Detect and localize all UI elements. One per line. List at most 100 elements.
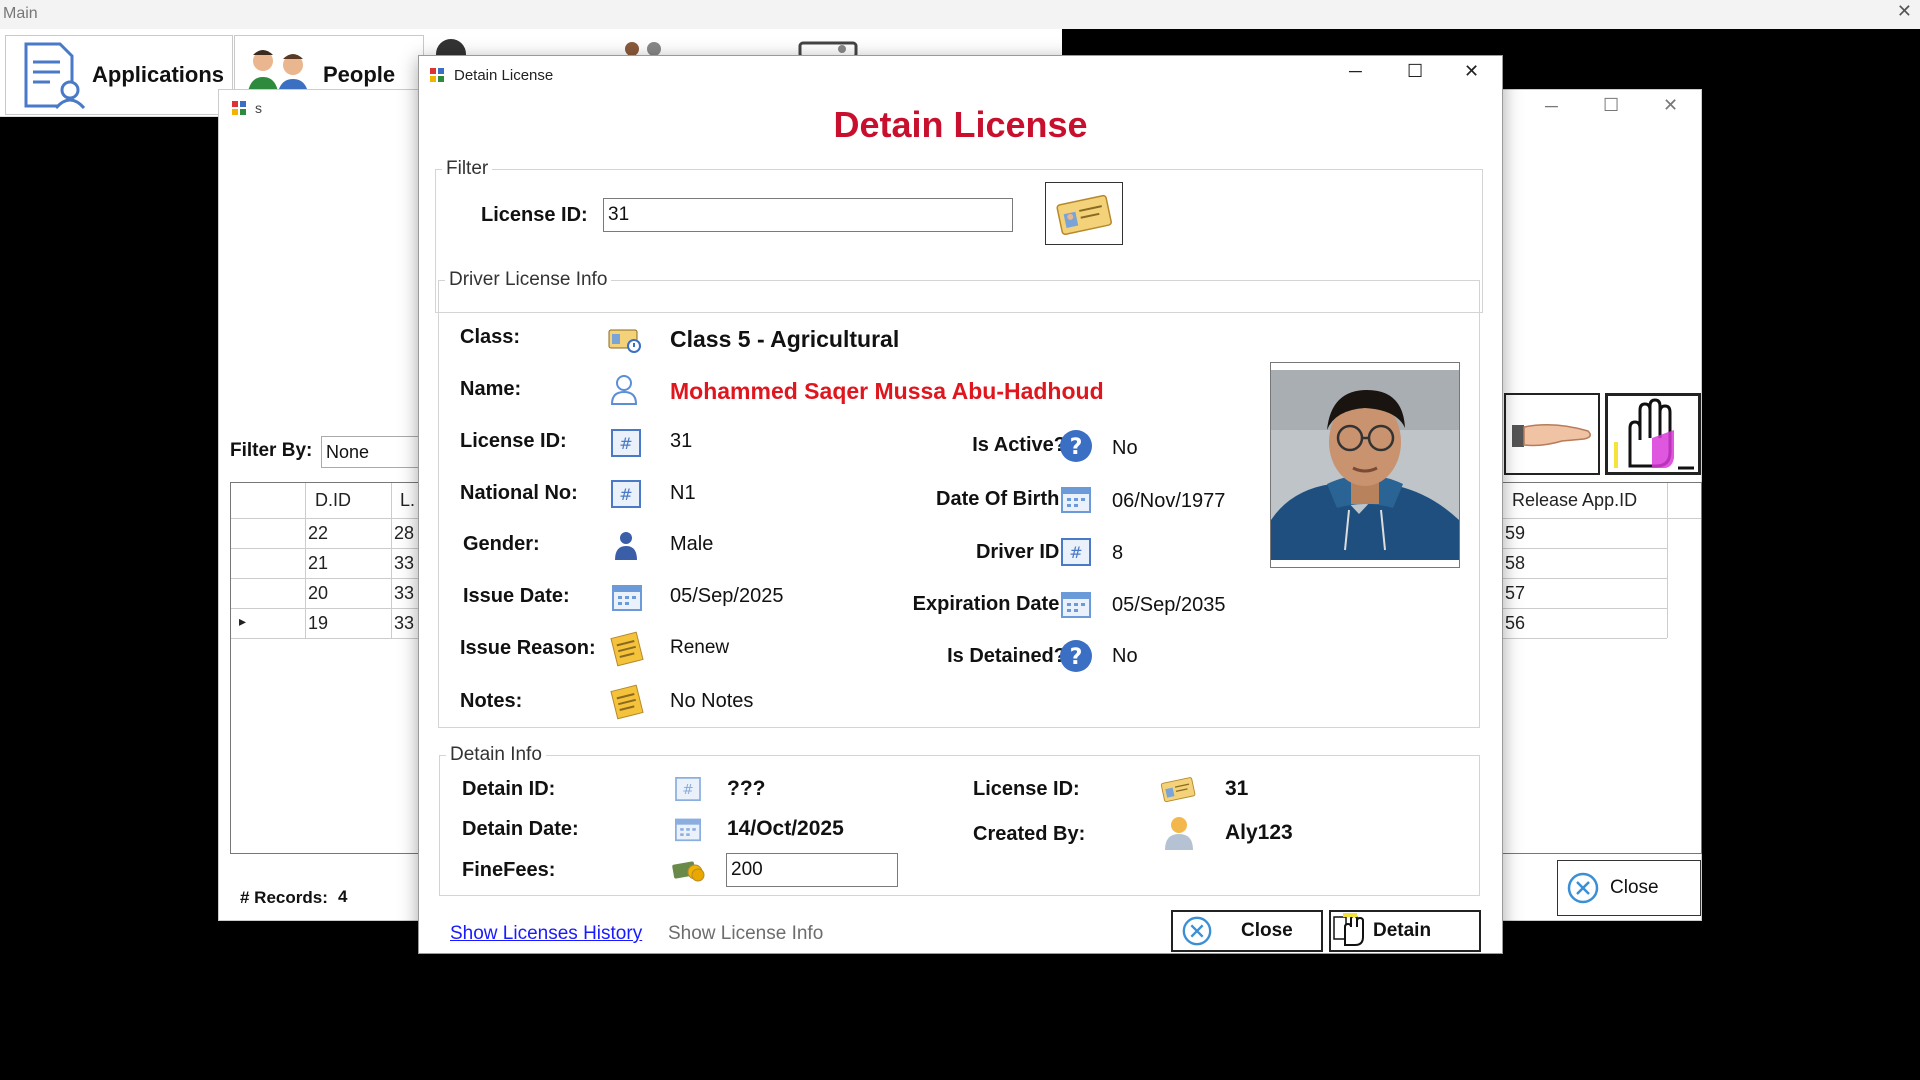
filter-by-label: Filter By: xyxy=(230,440,313,461)
detain-date-value: 14/Oct/2025 xyxy=(727,817,844,840)
license-id-search-input[interactable] xyxy=(603,198,1013,232)
calendar-icon xyxy=(1061,487,1091,513)
close-circle-icon xyxy=(1567,872,1599,904)
fine-fees-input[interactable] xyxy=(726,853,898,887)
user-icon xyxy=(1165,817,1193,850)
notes-label: Notes: xyxy=(460,690,523,712)
records-count: 4 xyxy=(338,887,348,906)
row-selector-icon: ▸ xyxy=(239,613,247,629)
driver-name-value: Mohammed Saqer Mussa Abu-Hadhoud xyxy=(670,378,1104,404)
detain-id-label: Detain ID: xyxy=(462,778,556,800)
stop-hand-icon xyxy=(1614,398,1694,470)
class-value: Class 5 - Agricultural xyxy=(670,326,900,352)
question-icon: ? xyxy=(1060,430,1092,462)
gender-value: Male xyxy=(670,533,714,555)
cell-detain-id: 19 xyxy=(308,613,329,633)
fine-fees-label: FineFees: xyxy=(462,859,556,881)
national-no-label: National No: xyxy=(460,482,578,504)
records-label: # Records: xyxy=(240,888,328,907)
license-id-value: 31 xyxy=(670,430,693,452)
app-icon xyxy=(430,68,444,82)
class-label: Class: xyxy=(460,326,521,348)
show-license-info-link[interactable]: Show License Info xyxy=(668,923,823,945)
svg-text:?: ? xyxy=(1070,645,1083,670)
driver-photo xyxy=(1270,362,1460,568)
detain-info-legend: Detain Info xyxy=(446,744,546,766)
dialog-title: Detain License xyxy=(454,67,554,84)
money-icon xyxy=(672,861,705,882)
close-circle-icon xyxy=(1182,916,1212,946)
close-icon[interactable]: ✕ xyxy=(1464,61,1479,82)
person-icon xyxy=(610,375,638,405)
detain-license-button[interactable] xyxy=(1605,393,1701,475)
gender-label: Gender: xyxy=(463,533,540,555)
hash-icon: # xyxy=(675,777,701,801)
expiration-date-label: Expiration Date: xyxy=(912,593,1066,615)
main-titlebar: Main xyxy=(0,0,1920,29)
is-active-value: No xyxy=(1112,437,1138,459)
hash-icon: # xyxy=(611,429,641,457)
app-icon xyxy=(232,101,246,115)
find-license-button[interactable] xyxy=(1045,182,1123,245)
detain-license-id-value: 31 xyxy=(1225,777,1249,800)
expiration-date-value: 05/Sep/2035 xyxy=(1112,594,1226,616)
bg-close-button[interactable]: Close xyxy=(1557,860,1701,916)
col-header-release-app-id[interactable]: Release App.ID xyxy=(1512,490,1637,511)
maximize-icon[interactable]: ☐ xyxy=(1407,61,1423,82)
created-by-value: Aly123 xyxy=(1225,821,1293,844)
bg-close-label: Close xyxy=(1610,877,1659,898)
cell-license-id: 33 xyxy=(394,613,415,633)
bg-maximize-icon[interactable]: ☐ xyxy=(1603,95,1619,116)
detain-license-dialog: Detain License ─ ☐ ✕ Detain License Filt… xyxy=(418,55,1503,954)
license-class-icon xyxy=(608,329,641,353)
page-title: Detain License xyxy=(833,104,1088,145)
filter-legend: Filter xyxy=(442,158,493,180)
calendar-icon xyxy=(675,818,701,842)
col-header-license-id[interactable]: L. xyxy=(400,490,415,511)
cell-release-app-id: 57 xyxy=(1505,583,1526,603)
applications-menu-label: Applications xyxy=(92,62,225,87)
show-licenses-history-link[interactable]: Show Licenses History xyxy=(450,923,642,945)
detain-button[interactable]: Detain xyxy=(1329,910,1481,952)
bg-minimize-icon[interactable]: ─ xyxy=(1545,96,1558,117)
cell-detain-id: 22 xyxy=(308,523,329,543)
hash-icon: # xyxy=(611,480,641,508)
cell-license-id: 33 xyxy=(394,583,415,603)
detain-info-groupbox: Detain Info xyxy=(439,744,1480,896)
applications-menu-button[interactable]: Applications xyxy=(5,35,233,115)
applications-icon xyxy=(24,42,86,110)
driver-id-label: Driver ID: xyxy=(975,541,1066,563)
national-no-value: N1 xyxy=(670,482,696,504)
cell-release-app-id: 59 xyxy=(1505,523,1526,543)
license-card-icon xyxy=(1056,194,1112,235)
calendar-icon xyxy=(1061,592,1091,618)
stop-hand-icon xyxy=(1333,913,1364,946)
minimize-icon[interactable]: ─ xyxy=(1349,61,1362,82)
name-label: Name: xyxy=(460,378,522,400)
notes-icon xyxy=(610,684,644,720)
svg-text:#: # xyxy=(619,485,632,504)
detain-date-label: Detain Date: xyxy=(462,818,579,840)
close-button[interactable]: Close xyxy=(1171,910,1323,952)
notes-value: No Notes xyxy=(670,690,754,712)
is-active-label: Is Active? xyxy=(972,434,1066,456)
release-license-button[interactable] xyxy=(1504,393,1600,475)
col-header-detain-id[interactable]: D.ID xyxy=(315,490,351,511)
driver-id-value: 8 xyxy=(1112,542,1124,564)
is-detained-value: No xyxy=(1112,645,1138,667)
cell-release-app-id: 58 xyxy=(1505,553,1526,573)
issue-date-label: Issue Date: xyxy=(463,585,570,607)
svg-text:#: # xyxy=(682,782,693,798)
main-close-icon[interactable]: ✕ xyxy=(1897,1,1912,22)
license-card-icon xyxy=(1160,777,1196,803)
is-detained-label: Is Detained? xyxy=(947,645,1066,667)
question-icon: ? xyxy=(1060,640,1092,672)
issue-reason-value: Renew xyxy=(670,637,730,658)
detain-button-label: Detain xyxy=(1373,920,1432,941)
main-title: Main xyxy=(3,5,38,22)
dob-value: 06/Nov/1977 xyxy=(1112,490,1226,512)
created-by-label: Created By: xyxy=(973,823,1086,845)
cell-license-id: 28 xyxy=(394,523,415,543)
bg-window-title: s xyxy=(255,100,262,116)
bg-close-icon[interactable]: ✕ xyxy=(1663,95,1678,116)
